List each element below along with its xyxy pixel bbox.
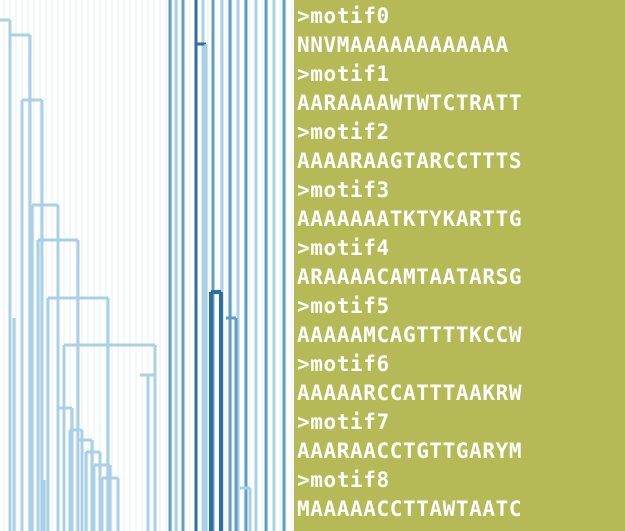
motif-sequence: NNVMAAAAAAAAAAAA: [297, 33, 509, 57]
motif-header: >motif3: [297, 178, 390, 202]
motif-sequence: AAAARAAGTARCCTTTS: [297, 149, 523, 173]
motif-sequence: AAAAAAATKTYKARTTG: [297, 207, 523, 231]
motif-header: >motif4: [297, 236, 390, 260]
motif-header: >motif0: [297, 4, 390, 28]
motif-header: >motif6: [297, 352, 390, 376]
motif-sequence: AAARAACCTGTTGARYM: [297, 439, 523, 463]
motif-header: >motif8: [297, 468, 390, 492]
motif-sequence: AARAAAAWTWTCTRATT: [297, 91, 523, 115]
dendrogram: [0, 0, 294, 531]
motif-sequence: MAAAAACCTTAWTAATC: [297, 497, 523, 521]
motif-sequence: AAAAAMCAGTTTTKCCW: [297, 323, 523, 347]
motif-header: >motif5: [297, 294, 390, 318]
motif-header: >motif2: [297, 120, 390, 144]
motif-header: >motif7: [297, 410, 390, 434]
motif-sequence: ARAAAACAMTAATARSG: [297, 265, 523, 289]
motif-sequence: AAAAARCCATTTAAKRW: [297, 381, 523, 405]
motif-list-panel: >motif0 NNVMAAAAAAAAAAAA >motif1 AARAAAA…: [294, 0, 625, 531]
motif-header: >motif1: [297, 62, 390, 86]
figure: >motif0 NNVMAAAAAAAAAAAA >motif1 AARAAAA…: [0, 0, 625, 531]
